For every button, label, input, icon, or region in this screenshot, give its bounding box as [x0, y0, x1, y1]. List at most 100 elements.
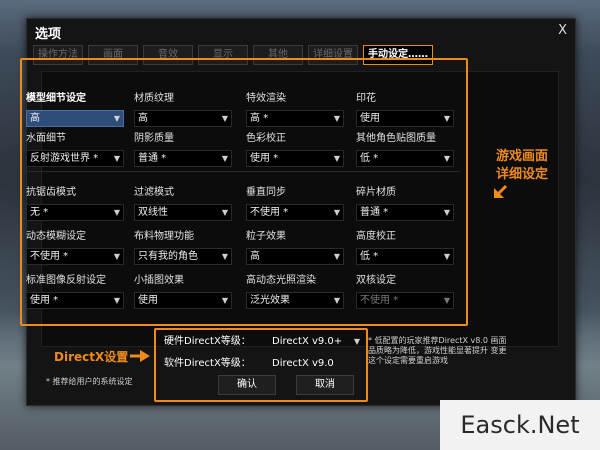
setting-image-reflection: 标准图像反射设定 使用 * ▼ [26, 274, 124, 309]
select-value: 高 [30, 113, 40, 124]
window-title: 选项 [35, 27, 62, 42]
dual-core-select: 不使用 * ▼ [356, 292, 454, 309]
setting-water-detail: 水面细节 反射游戏世界 * ▼ [26, 132, 124, 167]
select-value: 泛光效果 [250, 295, 290, 306]
chevron-down-icon: ▼ [221, 208, 228, 217]
setting-dual-core: 双核设定 不使用 * ▼ [356, 274, 454, 309]
setting-motion-blur: 动态模糊设定 不使用 * ▼ [26, 230, 124, 265]
chevron-down-icon: ▼ [333, 252, 340, 261]
effects-select[interactable]: 高 * ▼ [246, 110, 344, 127]
setting-label: 模型细节设定 [26, 93, 86, 104]
fragment-texture-select[interactable]: 普通 * ▼ [356, 204, 454, 221]
vignette-select[interactable]: 使用 ▼ [134, 292, 232, 309]
setting-antialias: 抗锯齿模式 无 * ▼ [26, 186, 124, 221]
setting-label: 其他角色贴图质量 [356, 133, 436, 144]
chevron-down-icon: ▼ [113, 208, 120, 217]
chevron-down-icon: ▼ [221, 296, 228, 305]
other-char-texture-select[interactable]: 低 * ▼ [356, 150, 454, 167]
setting-label: 布料物理功能 [134, 231, 194, 242]
motion-blur-select[interactable]: 不使用 * ▼ [26, 248, 124, 265]
water-detail-select[interactable]: 反射游戏世界 * ▼ [26, 150, 124, 167]
select-value: 双线性 [138, 207, 168, 218]
cloth-physics-select[interactable]: 只有我的角色 ▼ [134, 248, 232, 265]
chevron-down-icon: ▼ [353, 337, 360, 346]
setting-particles: 粒子效果 高 ▼ [246, 230, 344, 265]
setting-fragment-texture: 碎片材质 普通 * ▼ [356, 186, 454, 221]
watermark-logo: Easck.Net [440, 400, 600, 450]
annotation-line: 详细设定 [496, 167, 549, 182]
chevron-down-icon: ▼ [443, 296, 450, 305]
annotation-directx: DirectX设置 [54, 350, 129, 364]
setting-height-correction: 高度校正 低 * ▼ [356, 230, 454, 265]
select-value: 普通 * [360, 207, 389, 218]
cancel-button[interactable]: 取消 [296, 375, 354, 395]
setting-label: 特效渲染 [246, 93, 286, 104]
height-correction-select[interactable]: 低 * ▼ [356, 248, 454, 265]
select-value: 反射游戏世界 * [30, 153, 99, 164]
chevron-down-icon: ▼ [333, 208, 340, 217]
setting-label: 粒子效果 [246, 231, 286, 242]
filter-mode-select[interactable]: 双线性 ▼ [134, 204, 232, 221]
setting-vignette: 小插图效果 使用 ▼ [134, 274, 232, 309]
hdr-select[interactable]: 泛光效果 ▼ [246, 292, 344, 309]
select-value: 高 * [250, 113, 269, 124]
chevron-down-icon: ▼ [333, 114, 340, 123]
color-correction-select[interactable]: 使用 * ▼ [246, 150, 344, 167]
setting-label: 双核设定 [356, 275, 396, 286]
select-value: 使用 [360, 113, 380, 124]
close-icon[interactable]: X [558, 23, 567, 38]
setting-decals: 印花 使用 ▼ [356, 92, 454, 127]
confirm-button[interactable]: 确认 [218, 375, 276, 395]
select-value: 使用 * [250, 153, 279, 164]
setting-label: 碎片材质 [356, 187, 396, 198]
chevron-down-icon: ▼ [443, 208, 450, 217]
chevron-down-icon: ▼ [113, 296, 120, 305]
directx-hint-note: * 低配置的玩家推荐DirectX v8.0 画面品质略为降低，游戏性能显著提升… [368, 336, 507, 365]
setting-cloth-physics: 布料物理功能 只有我的角色 ▼ [134, 230, 232, 265]
annotation-line: 游戏画面 [496, 149, 549, 164]
setting-filter-mode: 过滤模式 双线性 ▼ [134, 186, 232, 221]
setting-label: 过滤模式 [134, 187, 174, 198]
texture-select[interactable]: 高 ▼ [134, 110, 232, 127]
software-directx-value: DirectX v9.0 [272, 358, 334, 369]
select-value: 使用 * [30, 295, 59, 306]
model-detail-select[interactable]: 高 ▼ [26, 110, 124, 127]
antialias-select[interactable]: 无 * ▼ [26, 204, 124, 221]
select-value: 不使用 * [30, 251, 69, 262]
particles-select[interactable]: 高 ▼ [246, 248, 344, 265]
chevron-down-icon: ▼ [221, 114, 228, 123]
shadow-quality-select[interactable]: 普通 * ▼ [134, 150, 232, 167]
select-value: 无 * [30, 207, 49, 218]
arrow-down-left-icon [494, 184, 508, 198]
select-value: 高 [250, 251, 260, 262]
setting-label: 动态模糊设定 [26, 231, 86, 242]
setting-label: 材质纹理 [134, 93, 174, 104]
setting-color-correction: 色彩校正 使用 * ▼ [246, 132, 344, 167]
setting-vsync: 垂直同步 不使用 * ▼ [246, 186, 344, 221]
chevron-down-icon: ▼ [443, 154, 450, 163]
chevron-down-icon: ▼ [113, 154, 120, 163]
setting-label: 小插图效果 [134, 275, 184, 286]
chevron-down-icon: ▼ [443, 252, 450, 261]
select-value: 不使用 * [250, 207, 289, 218]
recommended-note: * 推荐给用户的系统设定 [46, 377, 133, 386]
setting-label: 高度校正 [356, 231, 396, 242]
setting-shadow-quality: 阴影质量 普通 * ▼ [134, 132, 232, 167]
hardware-directx-select[interactable]: DirectX v9.0+ ▼ [272, 334, 362, 350]
select-value: 使用 [138, 295, 158, 306]
setting-label: 色彩校正 [246, 133, 286, 144]
setting-label: 印花 [356, 93, 376, 104]
image-reflection-select[interactable]: 使用 * ▼ [26, 292, 124, 309]
chevron-down-icon: ▼ [113, 114, 120, 123]
select-value: 低 * [360, 153, 379, 164]
setting-label: 高动态光照渲染 [246, 275, 316, 286]
decals-select[interactable]: 使用 ▼ [356, 110, 454, 127]
arrow-right-icon [130, 350, 150, 362]
hardware-directx-label: 硬件DirectX等级： [164, 336, 251, 347]
setting-model-detail: 模型细节设定 高 ▼ [26, 92, 124, 127]
section-divider [24, 171, 460, 172]
vsync-select[interactable]: 不使用 * ▼ [246, 204, 344, 221]
select-value: 低 * [360, 251, 379, 262]
software-directx-label: 软件DirectX等级： [164, 358, 251, 369]
chevron-down-icon: ▼ [443, 114, 450, 123]
